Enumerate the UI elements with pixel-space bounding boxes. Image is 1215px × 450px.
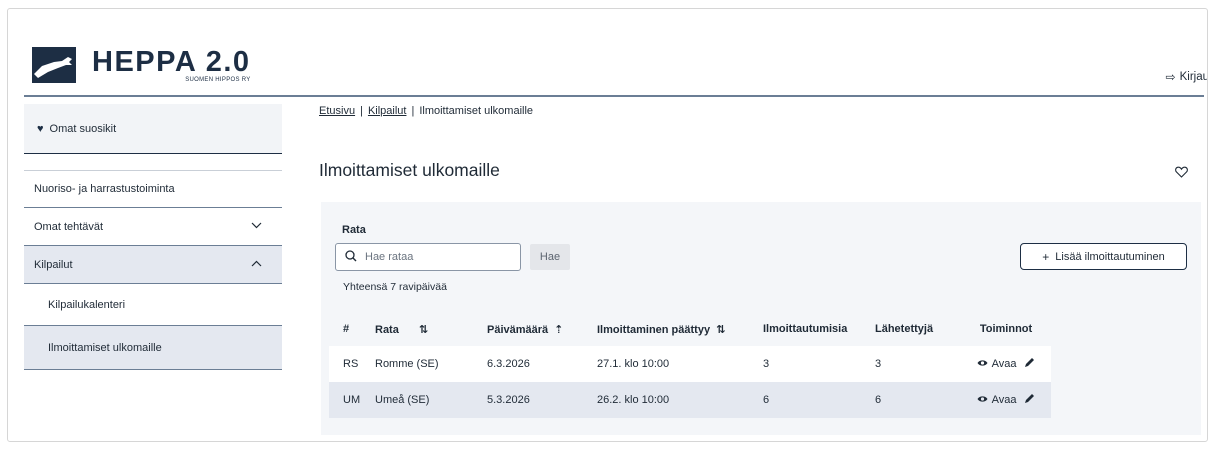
- login-label: Kirjau: [1179, 71, 1208, 83]
- cell-registrations: 6: [763, 382, 875, 418]
- column-header-rata[interactable]: Rata ⇅: [375, 312, 487, 346]
- column-header-date[interactable]: Päivämäärä ⇡: [487, 312, 597, 346]
- breadcrumb-parent-link[interactable]: Kilpailut: [368, 105, 407, 117]
- page-title: Ilmoittamiset ulkomaille: [319, 160, 500, 180]
- cell-actions: Avaa: [961, 346, 1051, 382]
- cell-sent: 6: [875, 382, 961, 418]
- search-input[interactable]: [365, 251, 505, 263]
- column-header-id: #: [329, 312, 375, 346]
- open-link[interactable]: Avaa: [992, 358, 1017, 370]
- header-divider: [24, 95, 1204, 97]
- sort-icon[interactable]: ⇅: [716, 324, 725, 336]
- sidebar-item-ilmoittamiset[interactable]: Ilmoittamiset ulkomaille: [24, 326, 282, 370]
- header: HEPPA 2.0 SUOMEN HIPPOS RY ⇨ Kirjau: [8, 9, 1208, 97]
- logo-title: HEPPA 2.0: [92, 46, 251, 78]
- breadcrumb: Etusivu | Kilpailut | Ilmoittamiset ulkomail…: [319, 105, 533, 117]
- cell-registrations: 3: [763, 346, 875, 382]
- login-link[interactable]: ⇨ Kirjau: [1165, 70, 1208, 84]
- plus-icon: +: [1042, 249, 1050, 264]
- eye-icon[interactable]: [977, 395, 988, 405]
- results-table: # Rata ⇅ Päivämäärä ⇡ Ilmoittaminen päätty…: [329, 312, 1051, 418]
- chevron-down-icon: [251, 221, 262, 232]
- sidebar-item-omat-tehtavat[interactable]: Omat tehtävät: [24, 208, 282, 246]
- add-registration-button[interactable]: + Lisää ilmoittautuminen: [1020, 243, 1187, 270]
- favorites-label: Omat suosikit: [49, 122, 117, 135]
- sort-ascending-icon[interactable]: ⇡: [554, 324, 563, 336]
- breadcrumb-separator: |: [411, 105, 415, 117]
- add-registration-label: Lisää ilmoittautuminen: [1055, 250, 1165, 263]
- cell-end: 27.1. klo 10:00: [597, 346, 763, 382]
- chevron-up-icon: [251, 259, 262, 270]
- cell-id: UM: [329, 382, 375, 418]
- column-header-sent: Lähetettyjä: [875, 312, 961, 346]
- horse-logo-icon: [32, 47, 76, 83]
- total-count: Yhteensä 7 ravipäivää: [343, 281, 447, 293]
- eye-icon[interactable]: [977, 359, 988, 369]
- breadcrumb-separator: |: [360, 105, 363, 117]
- sidebar-item-label: Kilpailukalenteri: [48, 298, 126, 311]
- search-button[interactable]: Hae: [530, 244, 570, 270]
- cell-date: 5.3.2026: [487, 382, 597, 418]
- sidebar-item-nuoriso[interactable]: Nuoriso- ja harrastustoiminta: [24, 170, 282, 208]
- login-icon: ⇨: [1165, 70, 1176, 84]
- cell-rata: Umeå (SE): [375, 382, 487, 418]
- table-row: RS Romme (SE) 6.3.2026 27.1. klo 10:00 3…: [329, 346, 1051, 382]
- cell-actions: Avaa: [961, 382, 1051, 418]
- heart-outline-icon[interactable]: [1175, 166, 1188, 181]
- cell-date: 6.3.2026: [487, 346, 597, 382]
- cell-id: RS: [329, 346, 375, 382]
- table-row: UM Umeå (SE) 5.3.2026 26.2. klo 10:00 6 …: [329, 382, 1051, 418]
- sidebar-item-label: Kilpailut: [34, 258, 73, 271]
- heart-icon: ♥: [37, 122, 44, 135]
- app-window: HEPPA 2.0 SUOMEN HIPPOS RY ⇨ Kirjau ♥ Om…: [7, 8, 1208, 442]
- sort-icon[interactable]: ⇅: [419, 324, 428, 336]
- cell-sent: 3: [875, 346, 961, 382]
- search-field[interactable]: [335, 243, 521, 271]
- logo-subtitle: SUOMEN HIPPOS RY: [185, 77, 251, 83]
- edit-icon[interactable]: [1024, 393, 1035, 407]
- filter-label: Rata: [342, 224, 366, 236]
- sidebar-item-kilpailut[interactable]: Kilpailut: [24, 246, 282, 284]
- cell-end: 26.2. klo 10:00: [597, 382, 763, 418]
- sidebar-item-label: Ilmoittamiset ulkomaille: [48, 341, 162, 354]
- logo[interactable]: HEPPA 2.0 SUOMEN HIPPOS RY: [32, 41, 280, 89]
- table-header-row: # Rata ⇅ Päivämäärä ⇡ Ilmoittaminen päätty…: [329, 312, 1051, 346]
- sidebar-item-label: Nuoriso- ja harrastustoiminta: [34, 183, 175, 195]
- search-icon: [345, 249, 357, 265]
- column-header-registrations: Ilmoittautumisia: [763, 312, 875, 346]
- cell-rata: Romme (SE): [375, 346, 487, 382]
- column-header-actions: Toiminnot: [961, 312, 1051, 346]
- sidebar: ♥ Omat suosikit Nuoriso- ja harrastustoi…: [24, 104, 282, 370]
- column-header-end[interactable]: Ilmoittaminen päättyy ⇅: [597, 312, 763, 346]
- edit-icon[interactable]: [1024, 357, 1035, 371]
- sidebar-item-kilpailukalenteri[interactable]: Kilpailukalenteri: [24, 284, 282, 326]
- sidebar-favorites[interactable]: ♥ Omat suosikit: [24, 104, 282, 154]
- breadcrumb-home-link[interactable]: Etusivu: [319, 105, 355, 117]
- sidebar-item-label: Omat tehtävät: [34, 220, 104, 233]
- open-link[interactable]: Avaa: [992, 394, 1017, 406]
- breadcrumb-current: Ilmoittamiset ulkomaille: [419, 105, 534, 117]
